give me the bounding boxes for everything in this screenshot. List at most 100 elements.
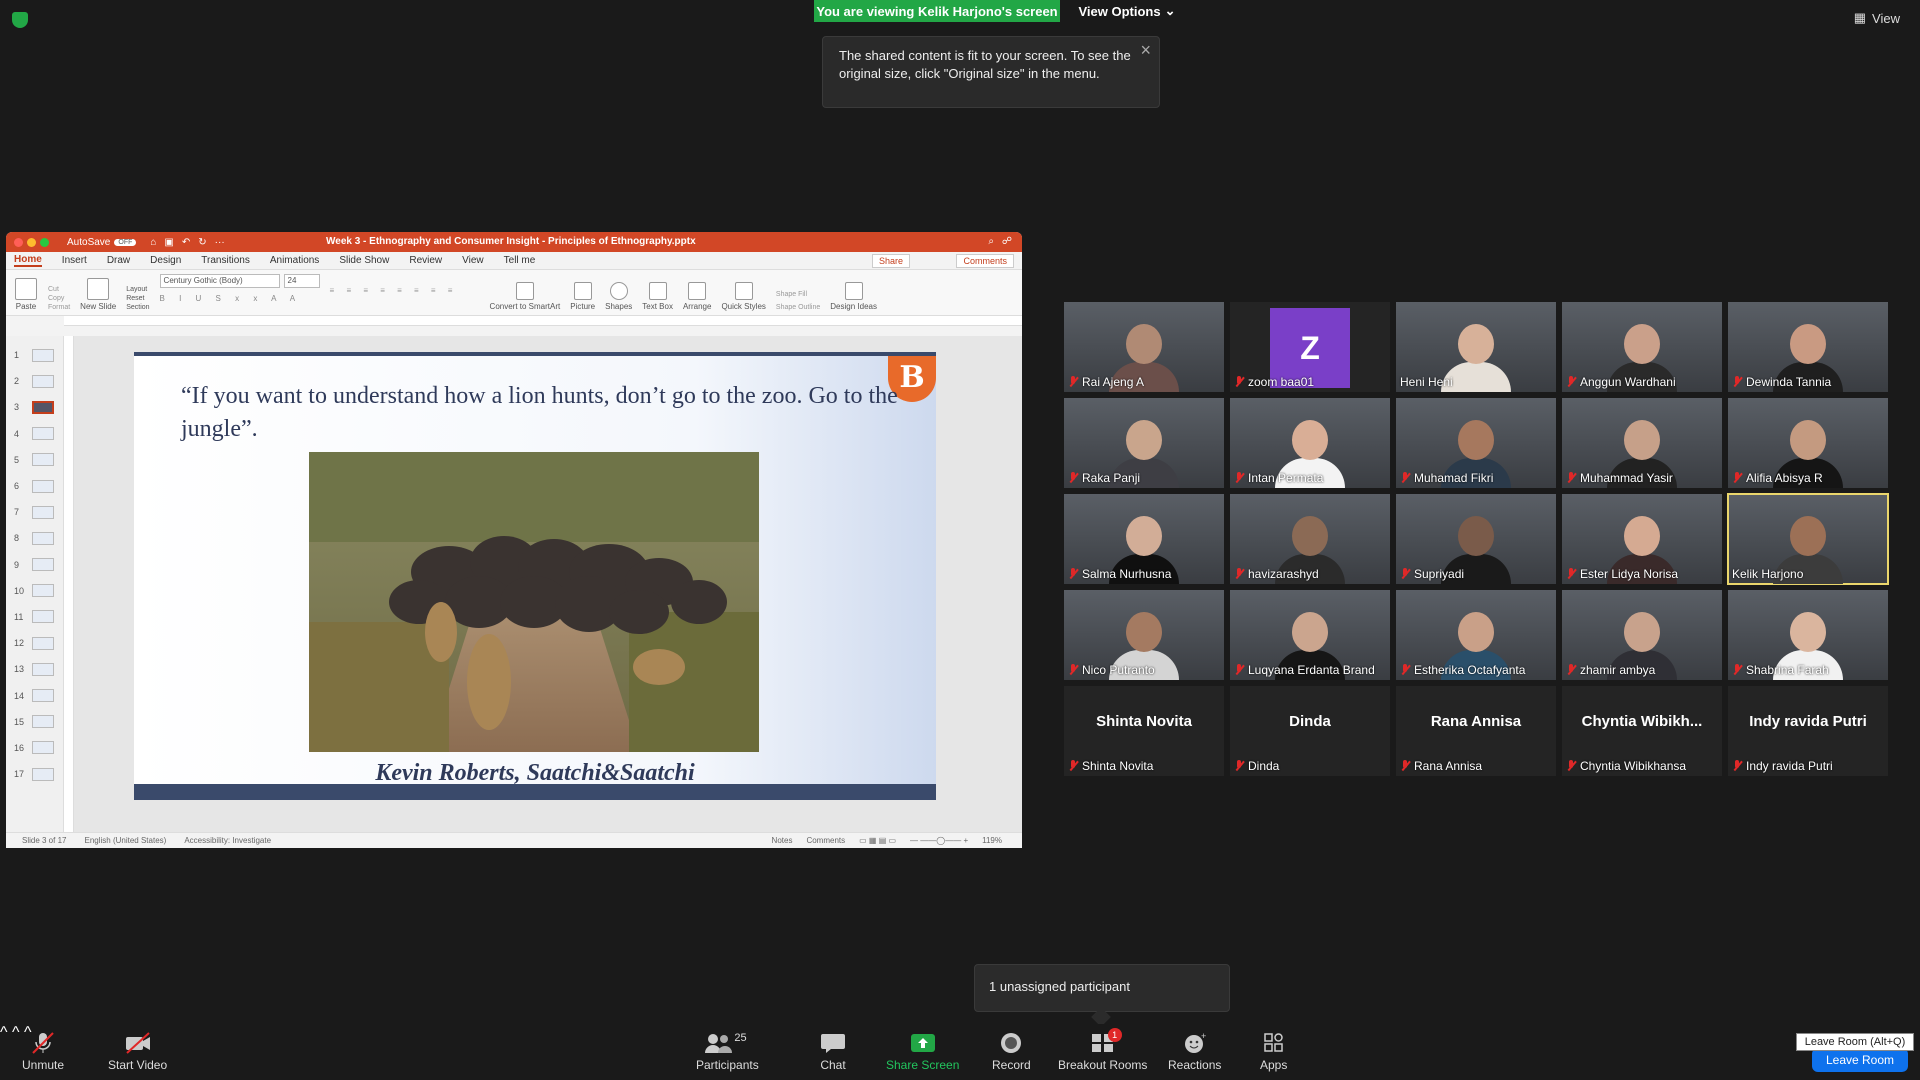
- record-button[interactable]: Record: [992, 1032, 1031, 1072]
- paste-button[interactable]: Paste: [14, 278, 38, 311]
- quick-styles-button[interactable]: Quick Styles: [721, 282, 766, 311]
- slide-thumbnail[interactable]: 2: [6, 368, 63, 394]
- close-icon[interactable]: ×: [1140, 41, 1151, 59]
- unmute-button[interactable]: Unmute: [22, 1032, 64, 1072]
- apps-button[interactable]: Apps: [1260, 1032, 1287, 1072]
- new-slide-button[interactable]: New Slide: [80, 278, 116, 311]
- participant-tile[interactable]: Zzoom baa01: [1230, 302, 1390, 392]
- slide-thumbnail[interactable]: 16: [6, 735, 63, 761]
- slide-thumbnail[interactable]: 12: [6, 630, 63, 656]
- layout-button[interactable]: Layout: [126, 286, 149, 293]
- reset-button[interactable]: Reset: [126, 295, 149, 302]
- arrange-button[interactable]: Arrange: [683, 282, 711, 311]
- ribbon-tab-transitions[interactable]: Transitions: [201, 255, 250, 266]
- participant-tile[interactable]: Ester Lidya Norisa: [1562, 494, 1722, 584]
- chat-button[interactable]: Chat: [820, 1032, 846, 1072]
- participant-tile[interactable]: Intan Permata: [1230, 398, 1390, 488]
- ribbon-tab-slide-show[interactable]: Slide Show: [339, 255, 389, 266]
- participant-tile[interactable]: Dewinda Tannia: [1728, 302, 1888, 392]
- slide-thumbnail[interactable]: 4: [6, 421, 63, 447]
- copy-button[interactable]: Copy: [48, 295, 70, 302]
- autosave-toggle[interactable]: OFF: [114, 238, 137, 246]
- participant-tile[interactable]: Salma Nurhusna: [1064, 494, 1224, 584]
- view-mode-icons[interactable]: ▭ ▦ ▤ ▭: [859, 836, 896, 845]
- view-options-button[interactable]: View Options ⌄: [1072, 0, 1182, 22]
- zoom-slider[interactable]: — ——◯—— +: [910, 836, 968, 845]
- convert-smartart-button[interactable]: Convert to SmartArt: [490, 282, 560, 311]
- participant-tile[interactable]: zhamir ambya: [1562, 590, 1722, 680]
- slide-thumbnail[interactable]: 10: [6, 578, 63, 604]
- participants-button[interactable]: 25 Participants: [696, 1032, 759, 1072]
- undo-icon[interactable]: ↶: [182, 237, 190, 248]
- slide-thumbnail[interactable]: 13: [6, 656, 63, 682]
- slide-thumbnail[interactable]: 9: [6, 552, 63, 578]
- reactions-button[interactable]: + Reactions: [1168, 1031, 1221, 1072]
- ribbon-tab-view[interactable]: View: [462, 255, 484, 266]
- participant-tile[interactable]: Indy ravida Putri Indy ravida Putri: [1728, 686, 1888, 776]
- audio-options-caret-icon[interactable]: ^: [0, 1024, 8, 1041]
- language-status[interactable]: English (United States): [84, 836, 166, 845]
- slide-thumbnail[interactable]: 14: [6, 682, 63, 708]
- ribbon-tab-insert[interactable]: Insert: [62, 255, 87, 266]
- notes-button[interactable]: Notes: [772, 836, 793, 845]
- breakout-rooms-button[interactable]: 1 Breakout Rooms: [1058, 1028, 1147, 1072]
- participant-tile[interactable]: Heni Heni: [1396, 302, 1556, 392]
- search-icon[interactable]: ⌕: [988, 236, 994, 247]
- slide-thumbnail[interactable]: 6: [6, 473, 63, 499]
- slide-thumbnail[interactable]: 7: [6, 499, 63, 525]
- ribbon-tab-tell-me[interactable]: Tell me: [504, 255, 536, 266]
- start-video-button[interactable]: Start Video: [108, 1032, 167, 1072]
- participant-tile[interactable]: Supriyadi: [1396, 494, 1556, 584]
- share-people-icon[interactable]: ☍: [1002, 236, 1012, 247]
- shape-fill-button[interactable]: Shape Fill: [776, 291, 820, 298]
- accessibility-status[interactable]: Accessibility: Investigate: [184, 836, 271, 845]
- share-screen-button[interactable]: Share Screen: [886, 1032, 959, 1072]
- view-button[interactable]: ▦ View: [1854, 10, 1900, 26]
- participant-tile[interactable]: Chyntia Wibikh... Chyntia Wibikhansa: [1562, 686, 1722, 776]
- ribbon-tab-review[interactable]: Review: [409, 255, 442, 266]
- share-button[interactable]: Share: [871, 254, 910, 268]
- picture-button[interactable]: Picture: [570, 282, 595, 311]
- font-size-select[interactable]: 24: [283, 274, 320, 288]
- ribbon-tab-draw[interactable]: Draw: [107, 255, 130, 266]
- redo-icon[interactable]: ↻: [198, 237, 206, 248]
- more-icon[interactable]: ···: [215, 237, 225, 248]
- cut-button[interactable]: Cut: [48, 286, 70, 293]
- participant-tile[interactable]: Muhamad Fikri: [1396, 398, 1556, 488]
- participant-tile[interactable]: Rai Ajeng A: [1064, 302, 1224, 392]
- home-icon[interactable]: ⌂: [150, 237, 156, 248]
- ribbon-tab-design[interactable]: Design: [150, 255, 181, 266]
- participant-tile[interactable]: Nico Putranto: [1064, 590, 1224, 680]
- ribbon-tab-home[interactable]: Home: [14, 254, 42, 267]
- participant-tile[interactable]: Kelik Harjono: [1727, 493, 1889, 585]
- video-options-caret-icon[interactable]: ^: [12, 1024, 20, 1041]
- participant-tile[interactable]: Shinta Novita Shinta Novita: [1064, 686, 1224, 776]
- slide-thumbnail[interactable]: 5: [6, 447, 63, 473]
- ribbon-tab-animations[interactable]: Animations: [270, 255, 319, 266]
- slide-thumbnail[interactable]: 15: [6, 709, 63, 735]
- section-button[interactable]: Section: [126, 304, 149, 311]
- participant-tile[interactable]: Luqyana Erdanta Brand: [1230, 590, 1390, 680]
- participant-tile[interactable]: Dinda Dinda: [1230, 686, 1390, 776]
- design-ideas-button[interactable]: Design Ideas: [830, 282, 877, 311]
- slide-thumbnail[interactable]: 3: [6, 394, 63, 420]
- maximize-window-icon[interactable]: [40, 237, 49, 247]
- participant-tile[interactable]: Anggun Wardhani: [1562, 302, 1722, 392]
- text-format-buttons[interactable]: B I U S x x A A: [160, 294, 320, 303]
- slide-thumbnail[interactable]: 11: [6, 604, 63, 630]
- font-name-select[interactable]: Century Gothic (Body): [159, 274, 280, 288]
- participant-tile[interactable]: Muhammad Yasir: [1562, 398, 1722, 488]
- shape-outline-button[interactable]: Shape Outline: [776, 304, 820, 311]
- leave-room-button[interactable]: Leave Room: [1812, 1048, 1908, 1072]
- minimize-window-icon[interactable]: [27, 237, 36, 247]
- slide-thumbnail[interactable]: 17: [6, 761, 63, 787]
- slide-thumbnail[interactable]: 8: [6, 525, 63, 551]
- security-shield-icon[interactable]: [12, 12, 28, 28]
- participant-tile[interactable]: Estherika Octafyanta: [1396, 590, 1556, 680]
- comments-button[interactable]: Comments: [956, 254, 1014, 268]
- slide-thumbnail[interactable]: 1: [6, 342, 63, 368]
- participant-tile[interactable]: Rana Annisa Rana Annisa: [1396, 686, 1556, 776]
- save-icon[interactable]: ▣: [164, 237, 173, 248]
- status-comments-button[interactable]: Comments: [806, 836, 845, 845]
- shapes-button[interactable]: Shapes: [605, 282, 632, 311]
